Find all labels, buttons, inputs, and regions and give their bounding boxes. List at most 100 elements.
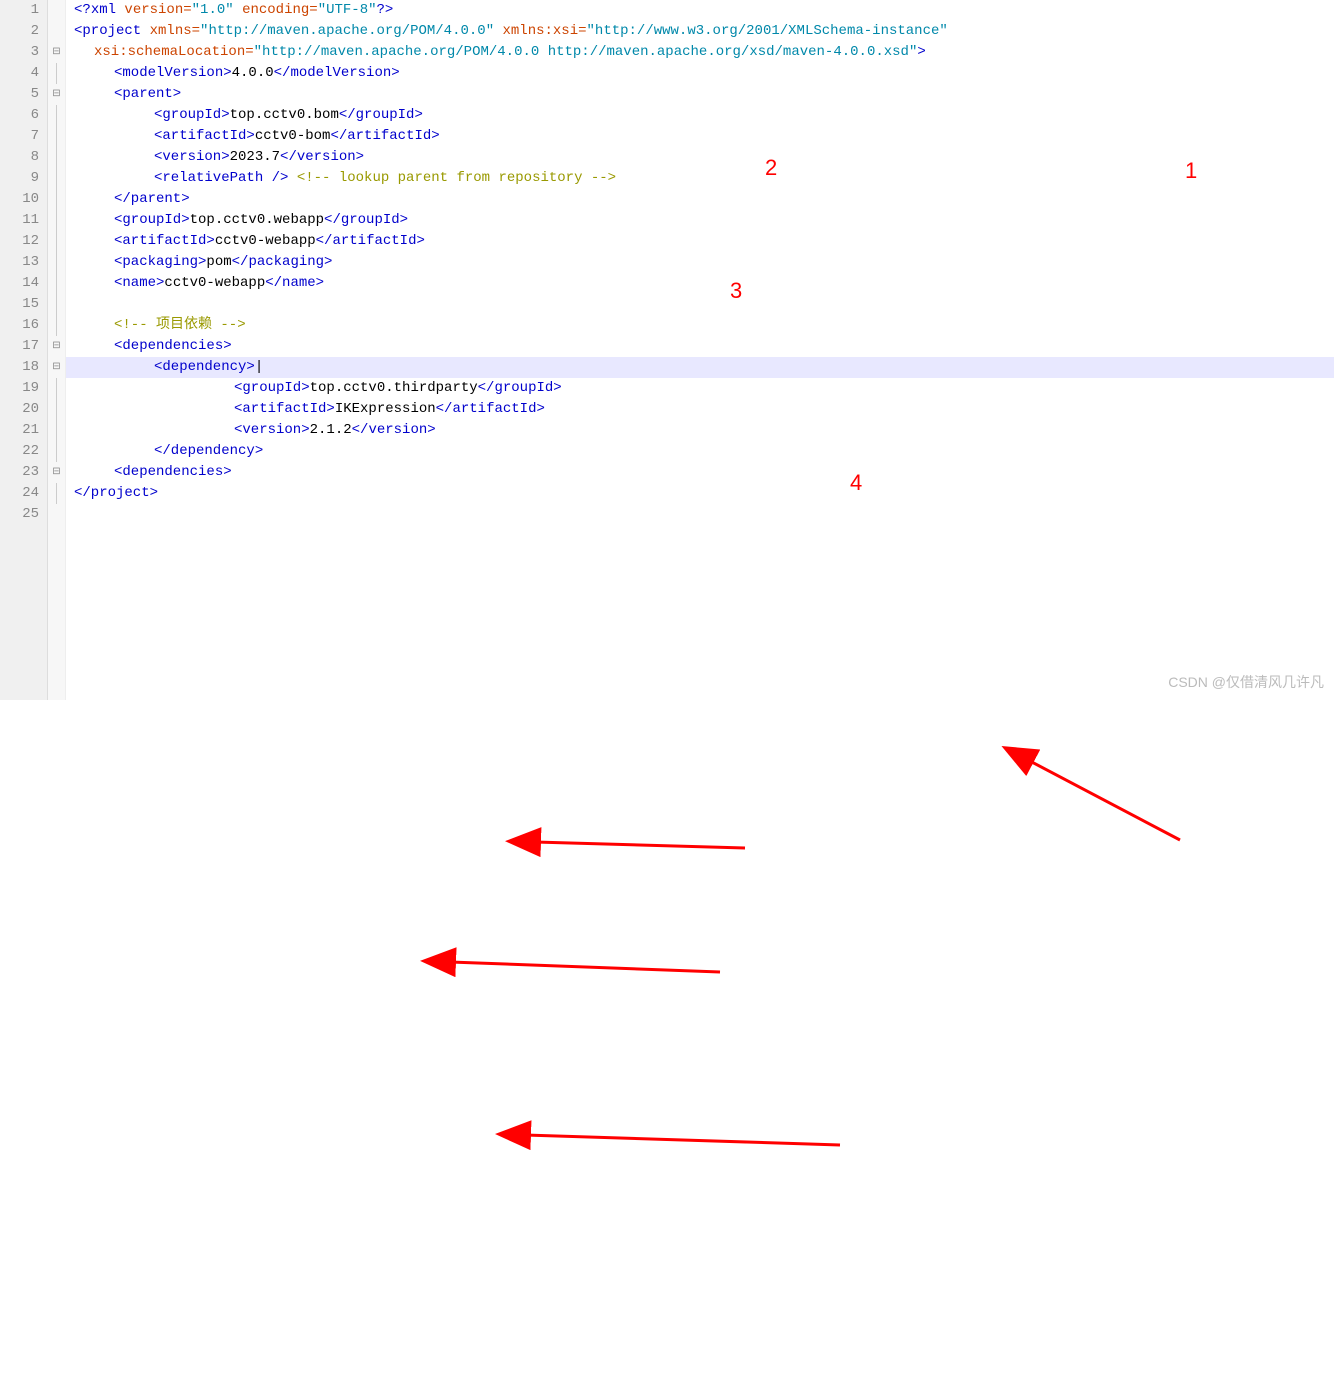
token-tag: <relativePath /> [154,170,297,186]
token-comment: <!-- 项目依赖 --> [114,317,246,333]
token-text: top.cctv0.bom [230,107,339,123]
line-number: 16 [0,315,39,336]
token-tag: </groupId> [478,380,562,396]
code-line[interactable] [66,504,1334,525]
line-number: 21 [0,420,39,441]
token-tag: > [917,44,925,60]
fold-guide [48,273,65,294]
token-attr-val: "UTF-8" [318,2,377,18]
code-line[interactable]: <dependencies> [66,336,1334,357]
token-tag: <artifactId> [154,128,255,144]
line-number: 2 [0,21,39,42]
fold-guide [48,231,65,252]
fold-guide [48,105,65,126]
annotation-arrow [1028,760,1180,840]
token-text: top.cctv0.webapp [190,212,324,228]
code-line[interactable]: <groupId>top.cctv0.bom</groupId> [66,105,1334,126]
line-number: 14 [0,273,39,294]
code-line[interactable]: <name>cctv0-webapp</name> [66,273,1334,294]
fold-toggle-icon[interactable]: ⊟ [48,84,65,105]
code-line[interactable]: <?xml version="1.0" encoding="UTF-8"?> [66,0,1334,21]
fold-guide [48,294,65,315]
token-tag: </name> [265,275,324,291]
fold-gutter[interactable]: ⊟⊟⊟⊟⊟ [48,0,66,700]
line-number: 7 [0,126,39,147]
line-number: 25 [0,504,39,525]
token-tag: <version> [154,149,230,165]
code-line[interactable]: <dependency>| [66,357,1334,378]
token-tag: </packaging> [232,254,333,270]
code-line[interactable]: </dependency> [66,441,1334,462]
code-line[interactable]: <project xmlns="http://maven.apache.org/… [66,21,1334,42]
line-number: 12 [0,231,39,252]
token-tag: </parent> [114,191,190,207]
token-tag: <artifactId> [114,233,215,249]
fold-guide [48,63,65,84]
code-line[interactable]: <version>2023.7</version> [66,147,1334,168]
token-tag: <dependencies> [114,464,232,480]
token-tag: </artifactId> [316,233,425,249]
token-attr-name: xmlns:xsi= [503,23,587,39]
annotation-arrow [535,842,745,848]
code-line[interactable]: <version>2.1.2</version> [66,420,1334,441]
line-number: 3 [0,42,39,63]
fold-guide [48,315,65,336]
token-tag: <dependency> [154,359,255,375]
fold-toggle-icon[interactable]: ⊟ [48,336,65,357]
fold-guide [48,378,65,399]
annotation-overlay [0,700,1334,1400]
line-number: 22 [0,441,39,462]
code-line[interactable]: <groupId>top.cctv0.thirdparty</groupId> [66,378,1334,399]
token-attr-name: encoding= [242,2,318,18]
code-line[interactable]: <artifactId>IKExpression</artifactId> [66,399,1334,420]
token-tag: </dependency> [154,443,263,459]
token-attr-name: xsi:schemaLocation= [94,44,254,60]
line-number: 23 [0,462,39,483]
code-line[interactable]: <artifactId>cctv0-webapp</artifactId> [66,231,1334,252]
annotation-arrow [450,962,720,972]
code-line[interactable] [66,294,1334,315]
token-tag: <groupId> [114,212,190,228]
annotation-number: 1 [1185,158,1197,184]
code-line[interactable]: <groupId>top.cctv0.webapp</groupId> [66,210,1334,231]
code-line[interactable]: xsi:schemaLocation="http://maven.apache.… [66,42,1334,63]
token-attr-val: "http://maven.apache.org/POM/4.0.0" [200,23,502,39]
code-area[interactable]: <?xml version="1.0" encoding="UTF-8"?><p… [66,0,1334,700]
token-attr-val: "1.0" [192,2,242,18]
code-line[interactable]: <modelVersion>4.0.0</modelVersion> [66,63,1334,84]
fold-toggle-icon[interactable]: ⊟ [48,462,65,483]
token-text: 4.0.0 [232,65,274,81]
annotation-number: 3 [730,278,742,304]
line-number: 13 [0,252,39,273]
line-number: 10 [0,189,39,210]
code-line[interactable]: <artifactId>cctv0-bom</artifactId> [66,126,1334,147]
annotation-number: 2 [765,155,777,181]
code-line[interactable]: <relativePath /> <!-- lookup parent from… [66,168,1334,189]
code-line[interactable]: <parent> [66,84,1334,105]
token-tag: </groupId> [339,107,423,123]
annotation-arrow [525,1135,840,1145]
fold-guide [48,126,65,147]
token-text: cctv0-webapp [215,233,316,249]
code-line[interactable]: <!-- 项目依赖 --> [66,315,1334,336]
token-comment: <!-- lookup parent from repository --> [297,170,616,186]
fold-guide [48,420,65,441]
fold-toggle-icon[interactable]: ⊟ [48,42,65,63]
line-number: 11 [0,210,39,231]
fold-toggle-icon[interactable]: ⊟ [48,357,65,378]
fold-guide [48,147,65,168]
token-text: 2023.7 [230,149,280,165]
fold-guide [48,210,65,231]
watermark: CSDN @仅借清风几许凡 [1168,672,1324,692]
token-attr-name: version= [124,2,191,18]
code-line[interactable]: </project> [66,483,1334,504]
token-tag: <project [74,23,150,39]
token-text: cctv0-webapp [164,275,265,291]
annotation-number: 4 [850,470,862,496]
code-editor: 1234567891011121314151617181920212223242… [0,0,1334,700]
token-attr-name: xmlns= [150,23,200,39]
code-line[interactable]: <packaging>pom</packaging> [66,252,1334,273]
code-line[interactable]: </parent> [66,189,1334,210]
code-line[interactable]: <dependencies> [66,462,1334,483]
line-number: 9 [0,168,39,189]
